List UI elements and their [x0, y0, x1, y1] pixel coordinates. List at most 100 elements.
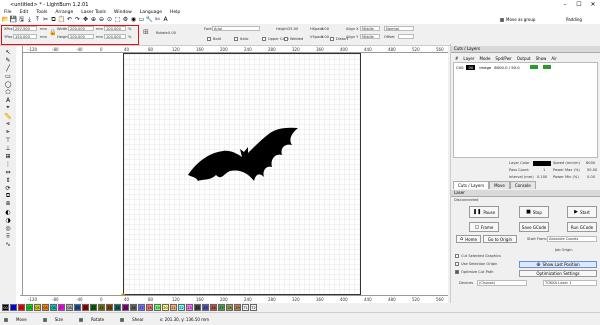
cut-selected-toggle[interactable]: Cut Selected Graphics [455, 254, 501, 258]
column-header[interactable]: Spd/Pwr [495, 56, 511, 61]
palette-swatch[interactable]: 21 [170, 304, 177, 311]
text-mode-select[interactable]: Normal [384, 26, 414, 31]
speed-value[interactable]: 6000 [586, 161, 595, 165]
distribute-icon[interactable]: ⋮ [4, 160, 12, 168]
gear-icon[interactable]: ⚙ [122, 17, 129, 24]
pause-button[interactable]: ❚❚ Pause [469, 206, 499, 218]
tab-console[interactable]: Console [509, 181, 536, 189]
close-button[interactable]: ✕ [586, 0, 600, 9]
palette-swatch[interactable]: 26 [210, 304, 217, 311]
menu-arrange[interactable]: Arrange [55, 10, 73, 15]
align-x-select[interactable]: Middle [360, 26, 380, 31]
flip-v-icon[interactable]: ⇕ [4, 176, 12, 184]
optimize-cut-toggle[interactable]: Optimize Cut Path [455, 270, 494, 274]
shear-status-toggle[interactable]: Shear [120, 317, 152, 322]
edit-nodes-icon[interactable]: ✎ [4, 56, 12, 64]
weld-icon[interactable]: ◑ [4, 216, 12, 224]
start-from-select[interactable]: Absolute Coords [547, 236, 597, 242]
bend-icon[interactable]: ∿ [4, 240, 12, 248]
palette-swatch[interactable]: T2 [250, 304, 257, 311]
paste-icon[interactable]: 📋 [58, 17, 65, 24]
palette-swatch[interactable]: 03 [26, 304, 33, 311]
palette-swatch[interactable]: 05 [42, 304, 49, 311]
distort-toggle[interactable]: Distort [330, 37, 348, 41]
zoom-fit-icon[interactable]: ⊙ [106, 17, 113, 24]
welded-toggle[interactable]: Welded [284, 37, 303, 41]
pass-value[interactable]: 1 [543, 168, 545, 172]
move-icon[interactable]: ✥ [82, 17, 89, 24]
menu-window[interactable]: Window [114, 10, 132, 15]
menu-edit[interactable]: Edit [20, 10, 29, 15]
maximize-button[interactable]: ☐ [572, 0, 586, 9]
palette-swatch[interactable]: 02 [18, 304, 25, 311]
optimization-settings-button[interactable]: Optimization Settings [519, 270, 597, 277]
menu-file[interactable]: File [4, 10, 12, 15]
frame-icon[interactable]: ⬚ [114, 17, 121, 24]
palette-swatch[interactable]: 13 [106, 304, 113, 311]
move-as-group-toggle[interactable]: Move as group [500, 17, 535, 22]
palette-swatch[interactable]: 29 [234, 304, 241, 311]
text-icon[interactable]: A [4, 96, 12, 104]
palette-swatch[interactable]: 23 [186, 304, 193, 311]
array-icon[interactable]: ⠿ [4, 232, 12, 240]
italic-toggle[interactable]: Italic [234, 37, 249, 41]
rectangle-icon[interactable]: ▭ [4, 72, 12, 80]
menu-laser-tools[interactable]: Laser Tools [81, 10, 106, 15]
undo-icon[interactable]: ↶ [66, 17, 73, 24]
select-icon[interactable]: ↖ [4, 48, 12, 56]
column-header[interactable]: Layer [463, 56, 474, 61]
layer-color-swatch[interactable] [533, 161, 551, 166]
canvas[interactable]: ◆ [23, 53, 448, 295]
ungroup-icon[interactable]: ⧈ [4, 200, 12, 208]
palette-swatch[interactable]: 01 [10, 304, 17, 311]
align-bottom-icon[interactable]: ⊥ [4, 144, 12, 152]
position-icon[interactable]: ⌖ [4, 104, 12, 112]
palette-swatch[interactable]: 12 [98, 304, 105, 311]
align-left-icon[interactable]: ⫷ [4, 120, 12, 128]
show-toggle[interactable] [542, 65, 551, 69]
wrench-icon[interactable]: 🔧 [146, 17, 153, 24]
power-min-value[interactable]: 0.00 [587, 175, 595, 179]
monitor-icon[interactable]: ▭ [138, 17, 145, 24]
show-last-position-button[interactable]: ⊕ Show Last Position [519, 261, 597, 268]
size-status-toggle[interactable]: Size [42, 317, 71, 322]
column-header[interactable]: Output [517, 56, 531, 61]
palette-swatch[interactable]: 04 [34, 304, 41, 311]
group-icon[interactable]: ⧉ [4, 192, 12, 200]
polygon-icon[interactable]: ⬠ [4, 88, 12, 96]
bold-toggle[interactable]: Bold [207, 37, 221, 41]
rotate-status-toggle[interactable]: Rotate [78, 317, 112, 322]
save-icon[interactable]: 💾 [10, 17, 17, 24]
flip-h-icon[interactable]: ⇔ [4, 168, 12, 176]
measure-icon[interactable]: 📏 [4, 112, 12, 120]
rotate-value[interactable]: 0.00 [168, 31, 176, 35]
boolean-icon[interactable]: ◐ [4, 208, 12, 216]
palette-swatch[interactable]: 28 [226, 304, 233, 311]
font-select[interactable]: Arial [212, 26, 260, 31]
start-button[interactable]: ▶ Start [567, 206, 597, 218]
align-top-icon[interactable]: ⊤ [4, 136, 12, 144]
copy-icon[interactable]: ⧉ [50, 17, 57, 24]
palette-swatch[interactable]: 18 [146, 304, 153, 311]
offset-input[interactable] [398, 34, 414, 39]
export-icon[interactable]: ⤒ [34, 17, 41, 24]
rotate-icon[interactable]: ⟳ [4, 184, 12, 192]
palette-swatch[interactable]: 20 [162, 304, 169, 311]
palette-swatch[interactable]: 10 [82, 304, 89, 311]
menu-language[interactable]: Language [140, 10, 162, 15]
use-selection-origin-toggle[interactable]: Use Selection Origin [455, 262, 497, 266]
palette-swatch[interactable]: 17 [138, 304, 145, 311]
cut-icon[interactable]: ✂ [42, 17, 49, 24]
scissors-icon[interactable]: ✄ [154, 17, 161, 24]
offset-icon[interactable]: ◎ [4, 224, 12, 232]
line-icon[interactable]: ╱ [4, 64, 12, 72]
palette-swatch[interactable]: 11 [90, 304, 97, 311]
palette-swatch[interactable]: 19 [154, 304, 161, 311]
power-max-value[interactable]: 50.00 [587, 168, 597, 172]
output-toggle[interactable] [529, 65, 538, 69]
tab-move[interactable]: Move [489, 181, 510, 189]
bat-image[interactable] [188, 125, 298, 185]
camera-icon[interactable]: ◉ [130, 17, 137, 24]
go-to-origin-button[interactable]: Go to Origin [483, 235, 517, 243]
save-gcode-button[interactable]: Save GCode [519, 222, 549, 232]
